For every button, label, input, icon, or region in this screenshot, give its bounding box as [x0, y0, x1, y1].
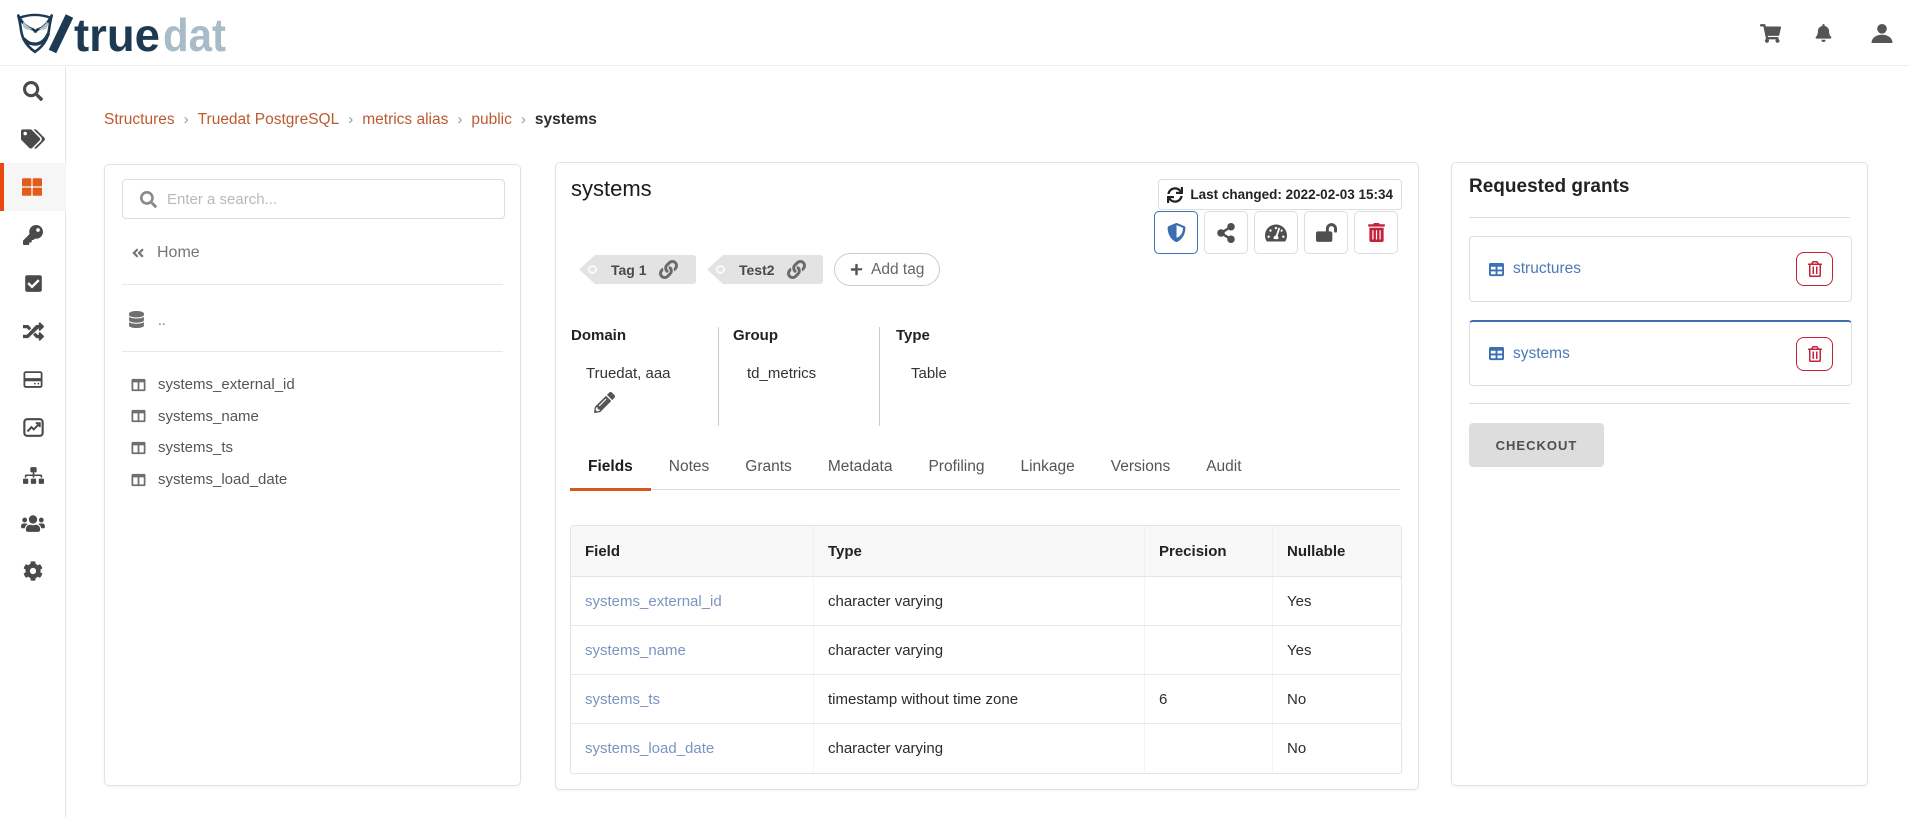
- svg-text:true: true: [74, 9, 160, 54]
- svg-text:dat: dat: [163, 9, 226, 54]
